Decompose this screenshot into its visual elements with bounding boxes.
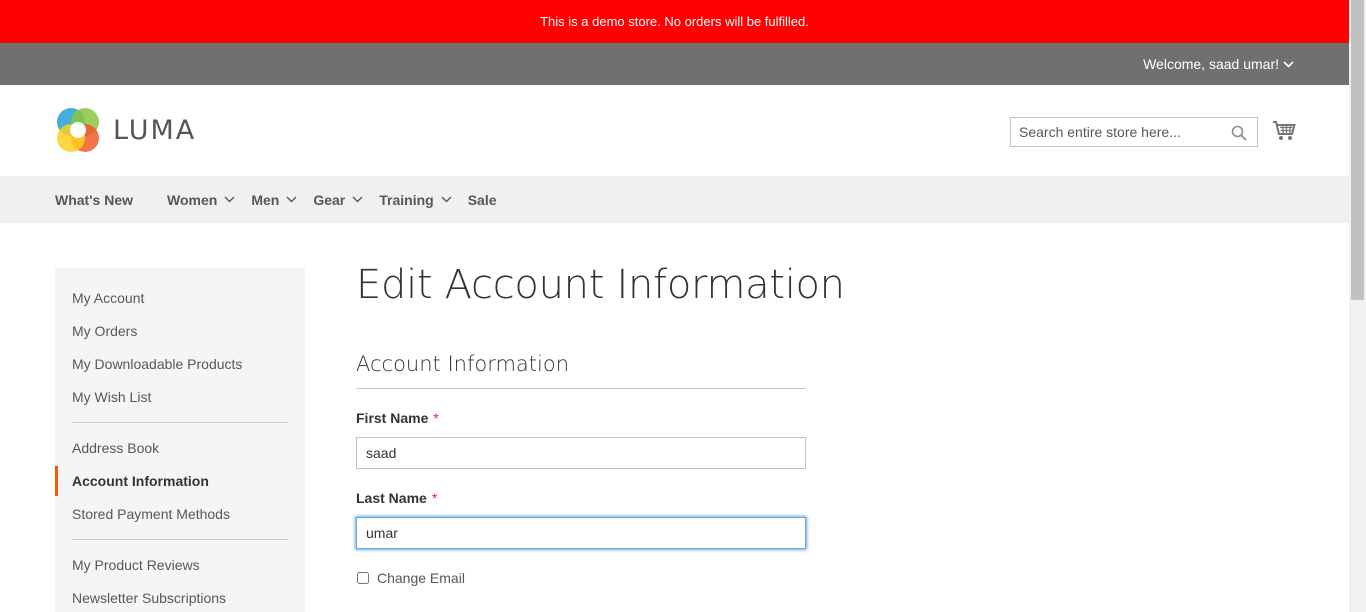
first-name-input[interactable]	[356, 437, 806, 469]
chevron-down-icon	[224, 196, 235, 203]
sidebar-divider	[72, 422, 288, 423]
page-title: Edit Account Information	[356, 262, 845, 308]
fieldset-legend: Account Information	[356, 352, 570, 376]
sidebar-item-wish-list[interactable]: My Wish List	[72, 389, 151, 405]
panel-header: Welcome, saad umar!	[0, 43, 1349, 85]
nav-item-label: Sale	[467, 191, 497, 208]
header-content: LUMA	[0, 85, 1349, 176]
sidebar-item-downloadable-products[interactable]: My Downloadable Products	[72, 356, 242, 372]
nav-item-label: What's New	[55, 191, 134, 208]
first-name-label: First Name *	[356, 410, 439, 426]
demo-notice-text: This is a demo store. No orders will be …	[540, 14, 809, 29]
first-name-label-text: First Name	[356, 410, 429, 426]
nav-list: What's New Women Men Gear Training Sale	[55, 176, 513, 223]
nav-item-label: Training	[379, 191, 434, 208]
scrollbar-thumb[interactable]	[1351, 0, 1364, 300]
luma-logo-icon	[57, 108, 99, 152]
chevron-down-icon	[352, 196, 363, 203]
sidebar-item-newsletter-subscriptions[interactable]: Newsletter Subscriptions	[72, 590, 226, 606]
nav-item-training[interactable]: Training	[379, 191, 452, 208]
nav-item-sale[interactable]: Sale	[468, 192, 497, 208]
nav-item-gear[interactable]: Gear	[313, 192, 363, 208]
page-scrollbar[interactable]	[1349, 0, 1366, 612]
nav-item-label: Women	[167, 191, 218, 208]
change-email-label[interactable]: Change Email	[377, 570, 465, 586]
nav-item-women[interactable]: Women	[167, 192, 235, 208]
current-item-indicator	[55, 466, 58, 496]
legend-divider	[356, 388, 806, 389]
last-name-label-text: Last Name	[356, 490, 427, 506]
chevron-down-icon	[441, 196, 452, 203]
change-email-row: Change Email	[356, 570, 465, 586]
nav-item-label: Men	[251, 191, 280, 208]
logo[interactable]: LUMA	[55, 107, 196, 153]
customer-welcome-menu[interactable]: Welcome, saad umar!	[1143, 43, 1294, 85]
sidebar-item-product-reviews[interactable]: My Product Reviews	[72, 557, 200, 573]
sidebar-item-my-orders[interactable]: My Orders	[72, 323, 137, 339]
nav-item-whats-new[interactable]: What's New	[55, 192, 133, 208]
sidebar-item-stored-payment-methods[interactable]: Stored Payment Methods	[72, 506, 230, 522]
nav-item-men[interactable]: Men	[251, 192, 297, 208]
minicart-button[interactable]	[1272, 120, 1296, 147]
search-input[interactable]	[1011, 118, 1229, 146]
demo-notice: This is a demo store. No orders will be …	[0, 0, 1349, 43]
account-sidebar: My Account My Orders My Downloadable Pro…	[55, 268, 305, 612]
logo-text: LUMA	[113, 114, 197, 146]
shopping-cart-icon	[1273, 121, 1296, 140]
main-navigation: What's New Women Men Gear Training Sale	[0, 176, 1349, 223]
last-name-input[interactable]	[356, 517, 806, 549]
required-mark: *	[431, 490, 438, 506]
sidebar-item-address-book[interactable]: Address Book	[72, 440, 159, 456]
chevron-down-icon	[1283, 60, 1294, 68]
welcome-text: Welcome, saad umar!	[1143, 56, 1279, 72]
last-name-label: Last Name *	[356, 490, 437, 506]
search-button[interactable]	[1231, 125, 1247, 146]
nav-item-label: Gear	[313, 191, 346, 208]
required-mark: *	[433, 410, 439, 426]
search-box	[1010, 117, 1258, 147]
sidebar-item-account-information: Account Information	[72, 473, 209, 489]
chevron-down-icon	[286, 196, 297, 203]
sidebar-divider	[72, 539, 288, 540]
change-email-checkbox[interactable]	[357, 572, 369, 584]
sidebar-item-my-account[interactable]: My Account	[72, 290, 144, 306]
search-icon	[1231, 125, 1247, 141]
